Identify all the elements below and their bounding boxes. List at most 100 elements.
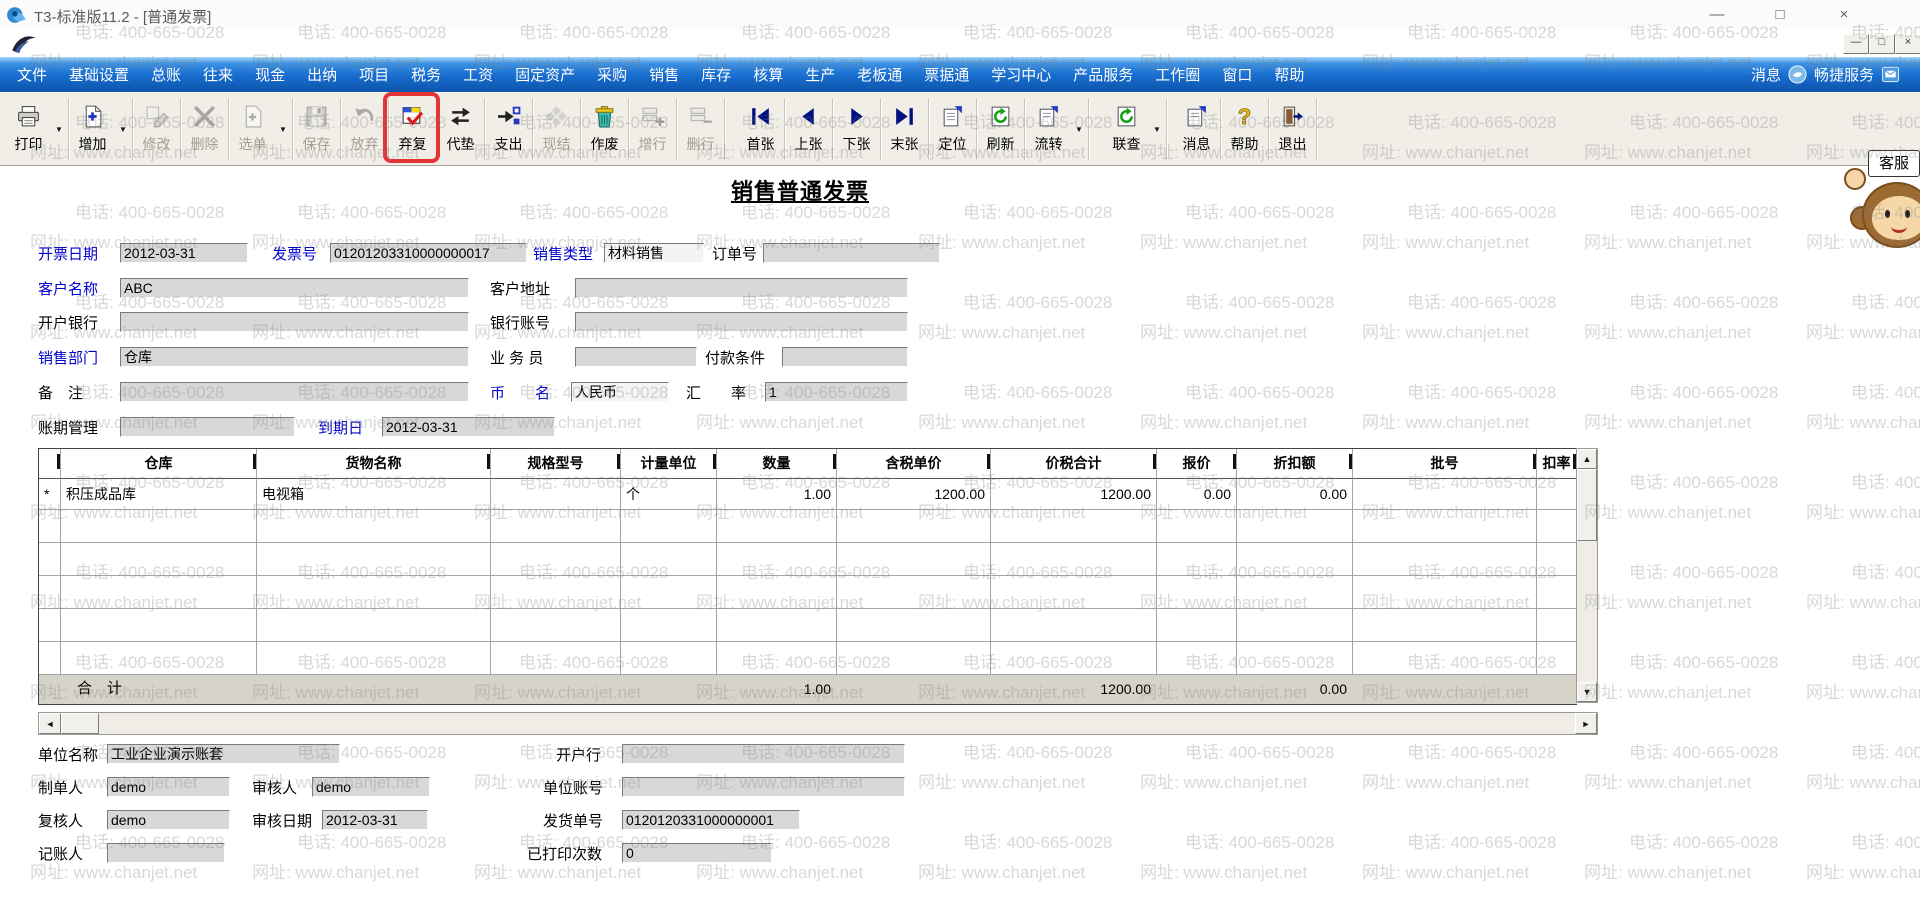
toolbar-button-first-page[interactable]: 首张 [738,95,783,163]
menu-item-11[interactable]: 销售 [638,64,690,85]
toolbar-dropdown-flow[interactable]: ▼ [1071,95,1087,163]
table-empty-cell[interactable] [1237,609,1353,642]
field-exchange-rate[interactable]: 1 [765,382,908,402]
table-empty-cell[interactable] [257,543,491,576]
menu-right-label-1[interactable]: 畅捷服务 [1814,64,1874,85]
table-empty-cell[interactable] [257,510,491,543]
toolbar-button-add-doc[interactable]: 增加 [70,95,115,163]
field-bank-name[interactable] [120,312,469,332]
table-empty-cell[interactable] [491,609,621,642]
table-empty-cell[interactable] [1537,609,1577,642]
table-cell[interactable] [1537,479,1577,510]
menu-item-20[interactable]: 窗口 [1211,64,1263,85]
table-empty-cell[interactable] [717,609,837,642]
toolbar-button-unreview-check[interactable]: 弃复 [383,92,440,163]
table-empty-cell[interactable] [621,543,717,576]
footer-field-bookkeeper[interactable] [107,843,225,863]
toolbar-button-linked-query[interactable]: 联查 [1104,95,1149,163]
table-empty-cell[interactable] [1237,510,1353,543]
table-empty-cell[interactable] [61,510,257,543]
footer-field-creator[interactable]: demo [107,777,230,797]
table-empty-cell[interactable] [717,642,837,675]
toolbar-button-next-page[interactable]: 下张 [834,95,879,163]
table-cell[interactable]: 个 [621,479,717,510]
table-empty-cell[interactable] [621,576,717,609]
horizontal-scrollbar[interactable]: ◄ ► [38,712,1598,735]
table-empty-cell[interactable] [1353,642,1537,675]
table-cell[interactable]: 0.00 [1237,479,1353,510]
table-empty-cell[interactable] [1237,642,1353,675]
toolbar-button-message-doc[interactable]: 消息 [1174,95,1219,163]
table-empty-cell[interactable] [39,510,61,543]
vertical-scroll-thumb[interactable] [1577,469,1597,541]
table-empty-cell[interactable] [491,510,621,543]
toolbar-dropdown-printer[interactable]: ▼ [51,95,67,163]
table-empty-cell[interactable] [491,642,621,675]
menu-item-21[interactable]: 帮助 [1263,64,1315,85]
field-customer-name[interactable]: ABC [120,278,469,298]
field-credit-period[interactable] [120,417,295,437]
scroll-right-icon[interactable]: ► [1575,713,1597,734]
field-remark[interactable] [120,382,469,402]
table-empty-cell[interactable] [837,543,991,576]
table-empty-cell[interactable] [1353,543,1537,576]
table-empty-cell[interactable] [1537,576,1577,609]
table-empty-cell[interactable] [1157,543,1237,576]
table-empty-cell[interactable] [991,609,1157,642]
footer-field-print-count[interactable]: 0 [622,843,772,863]
toolbar-button-locate-doc[interactable]: 定位 [930,95,975,163]
service-window-icon[interactable] [1881,65,1900,84]
menu-item-13[interactable]: 核算 [742,64,794,85]
table-empty-cell[interactable] [1157,609,1237,642]
table-empty-cell[interactable] [717,576,837,609]
field-sales-dept[interactable]: 仓库 [120,347,469,367]
table-empty-cell[interactable] [257,642,491,675]
toolbar-button-flow[interactable]: 流转 [1026,95,1071,163]
field-salesman[interactable] [575,347,697,367]
table-cell[interactable]: 电视箱 [257,479,491,510]
menu-item-12[interactable]: 库存 [690,64,742,85]
toolbar-button-void-trash[interactable]: 作废 [582,95,627,163]
field-sale-type[interactable]: 材料销售 [604,243,704,263]
table-empty-cell[interactable] [837,510,991,543]
scroll-left-icon[interactable]: ◄ [39,713,61,734]
toolbar-button-payout-arrow[interactable]: 支出 [486,95,531,163]
table-empty-cell[interactable] [1353,510,1537,543]
toolbar-button-last-page[interactable]: 末张 [882,95,927,163]
footer-field-unit-account[interactable] [622,777,905,797]
close-icon[interactable]: × [1827,3,1861,27]
table-empty-cell[interactable] [837,576,991,609]
toolbar-button-exit-door[interactable]: 退出 [1270,95,1315,163]
table-cell[interactable]: 1.00 [717,479,837,510]
table-empty-cell[interactable] [39,576,61,609]
maximize-icon[interactable]: □ [1763,3,1797,27]
table-empty-cell[interactable] [39,642,61,675]
scroll-up-icon[interactable]: ▲ [1577,449,1597,469]
mdi-restore-icon[interactable]: □ [1869,34,1895,54]
toolbar-button-prev-page[interactable]: 上张 [786,95,831,163]
menu-item-14[interactable]: 生产 [794,64,846,85]
table-empty-cell[interactable] [1237,576,1353,609]
dove-icon[interactable] [1788,65,1807,84]
menu-item-0[interactable]: 文件 [6,64,58,85]
table-empty-cell[interactable] [837,609,991,642]
table-empty-cell[interactable] [257,576,491,609]
table-empty-cell[interactable] [39,543,61,576]
menu-item-6[interactable]: 项目 [348,64,400,85]
table-empty-cell[interactable] [991,642,1157,675]
menu-right-label-0[interactable]: 消息 [1751,64,1781,85]
toolbar-button-printer[interactable]: 打印 [6,95,51,163]
table-empty-cell[interactable] [1237,543,1353,576]
field-invoice-no[interactable]: 01201203310000000017 [330,243,527,263]
table-empty-cell[interactable] [1157,510,1237,543]
menu-item-1[interactable]: 基础设置 [58,64,140,85]
toolbar-button-route-arrows[interactable]: 代垫 [438,95,483,163]
field-order-no[interactable] [763,243,940,263]
menu-item-9[interactable]: 固定资产 [504,64,586,85]
table-empty-cell[interactable] [621,510,717,543]
toolbar-button-help[interactable]: ? 帮助 [1222,95,1267,163]
table-empty-cell[interactable] [991,543,1157,576]
table-empty-cell[interactable] [491,576,621,609]
row-marker-cell[interactable]: * [39,479,61,510]
table-cell[interactable]: 1200.00 [837,479,991,510]
